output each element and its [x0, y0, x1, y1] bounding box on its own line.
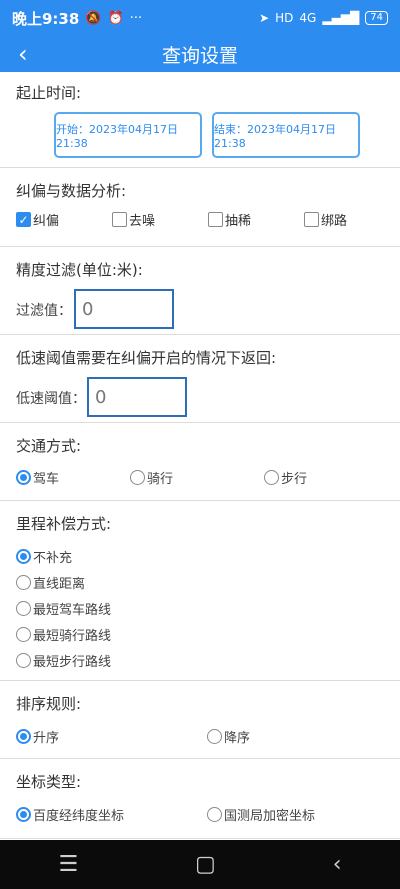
radio-drive[interactable]: 驾车 [16, 468, 59, 487]
more-dots-icon: ··· [129, 10, 143, 26]
home-square-icon[interactable]: ▢ [195, 852, 216, 877]
time-range-title: 起止时间: [16, 84, 82, 102]
status-bar: 晚上9:38 🔕 ⏰ ··· ➤ HD 4G ▂▄▆█ 74 [0, 0, 400, 36]
radio-shortest-ride[interactable]: 最短骑行路线 [16, 625, 111, 644]
radio-walk[interactable]: 步行 [264, 468, 307, 487]
radio-empty-icon [207, 729, 222, 744]
low-speed-section: 低速阈值需要在纠偏开启的情况下返回: 低速阈值： 0 [0, 335, 400, 423]
precision-title: 精度过滤(单位:米): [16, 261, 143, 279]
settings-content: 起止时间: 开始：2023年04月17日 21:38 结束：2023年04月17… [0, 72, 400, 840]
radio-label: 最短骑行路线 [33, 629, 112, 644]
checkbox-denoise[interactable]: 去噪 [112, 210, 155, 229]
checkbox-empty-icon [304, 212, 319, 227]
sort-section: 排序规则: 升序 降序 [0, 681, 400, 759]
back-chevron-icon[interactable]: ‹ [333, 852, 342, 877]
radio-label: 最短步行路线 [33, 655, 112, 670]
mute-bell-icon: 🔕 [85, 10, 102, 26]
radio-empty-icon [130, 470, 145, 485]
checkbox-correction[interactable]: ✓ 纠偏 [16, 210, 59, 229]
start-time-button[interactable]: 开始：2023年04月17日 21:38 [54, 112, 202, 158]
radio-label: 直线距离 [33, 577, 86, 592]
radio-label: 百度经纬度坐标 [33, 809, 125, 824]
precision-label: 过滤值： [16, 303, 72, 319]
checkbox-label: 纠偏 [33, 214, 60, 229]
radio-ascending[interactable]: 升序 [16, 727, 59, 746]
correction-title: 纠偏与数据分析: [16, 182, 127, 200]
radio-label: 步行 [281, 472, 308, 487]
checkbox-empty-icon [208, 212, 223, 227]
checkbox-bind-road[interactable]: 绑路 [304, 210, 347, 229]
status-time: 晚上9:38 [12, 9, 80, 28]
radio-label: 驾车 [33, 472, 60, 487]
radio-no-supplement[interactable]: 不补充 [16, 547, 72, 566]
radio-shortest-walk[interactable]: 最短步行路线 [16, 651, 111, 670]
low-speed-value: 0 [95, 386, 107, 408]
radio-label: 降序 [224, 731, 251, 746]
radio-label: 最短驾车路线 [33, 603, 112, 618]
hd-badge: HD [275, 11, 294, 25]
radio-ride[interactable]: 骑行 [130, 468, 173, 487]
checkbox-label: 绑路 [321, 214, 348, 229]
radio-label: 骑行 [147, 472, 174, 487]
precision-section: 精度过滤(单位:米): 过滤值： 0 [0, 247, 400, 335]
checkbox-thin[interactable]: 抽稀 [208, 210, 251, 229]
radio-empty-icon [264, 470, 279, 485]
low-speed-input[interactable]: 0 [87, 377, 187, 417]
radio-straight-line[interactable]: 直线距离 [16, 573, 85, 592]
alarm-clock-icon: ⏰ [107, 10, 124, 26]
low-speed-title: 低速阈值需要在纠偏开启的情况下返回: [16, 349, 277, 367]
network-type: 4G [299, 11, 317, 25]
transport-title: 交通方式: [16, 437, 82, 455]
correction-options: ✓ 纠偏 去噪 抽稀 绑路 [16, 210, 396, 232]
end-time-label: 结束：2023年04月17日 21:38 [214, 122, 336, 150]
coord-title: 坐标类型: [16, 773, 82, 791]
radio-label: 国测局加密坐标 [224, 809, 316, 824]
radio-empty-icon [16, 601, 31, 616]
radio-empty-icon [207, 807, 222, 822]
mileage-section: 里程补偿方式: 不补充 直线距离 最短驾车路线 最短骑行路线 最短步行路线 [0, 501, 400, 681]
status-right: ➤ HD 4G ▂▄▆█ 74 [259, 11, 388, 25]
checkbox-label: 去噪 [129, 214, 156, 229]
system-nav-bar: ☰ ▢ ‹ [0, 840, 400, 889]
radio-selected-icon [16, 729, 31, 744]
checkbox-checked-icon: ✓ [16, 212, 31, 227]
radio-label: 升序 [33, 731, 60, 746]
precision-value: 0 [82, 298, 94, 320]
radio-baidu-coord[interactable]: 百度经纬度坐标 [16, 805, 124, 824]
radio-descending[interactable]: 降序 [207, 727, 250, 746]
back-arrow-icon[interactable]: ‹ [18, 40, 28, 68]
page-title: 查询设置 [161, 44, 238, 67]
end-time-button[interactable]: 结束：2023年04月17日 21:38 [212, 112, 360, 158]
radio-selected-icon [16, 470, 31, 485]
app-bar: ‹ 查询设置 [0, 36, 400, 72]
start-time-label: 开始：2023年04月17日 21:38 [56, 122, 178, 150]
low-speed-label: 低速阈值： [16, 391, 86, 407]
checkbox-empty-icon [112, 212, 127, 227]
correction-section: 纠偏与数据分析: ✓ 纠偏 去噪 抽稀 绑路 [0, 168, 400, 247]
checkbox-label: 抽稀 [225, 214, 252, 229]
transport-section: 交通方式: 驾车 骑行 步行 [0, 423, 400, 501]
sort-title: 排序规则: [16, 695, 82, 713]
radio-selected-icon [16, 549, 31, 564]
radio-empty-icon [16, 575, 31, 590]
radio-shortest-drive[interactable]: 最短驾车路线 [16, 599, 111, 618]
radio-empty-icon [16, 653, 31, 668]
battery-level: 74 [365, 11, 388, 25]
radio-empty-icon [16, 627, 31, 642]
mileage-title: 里程补偿方式: [16, 515, 112, 533]
precision-input[interactable]: 0 [74, 289, 174, 329]
signal-icon: ▂▄▆█ [322, 11, 360, 25]
radio-gcj-coord[interactable]: 国测局加密坐标 [207, 805, 315, 824]
radio-selected-icon [16, 807, 31, 822]
radio-label: 不补充 [33, 551, 73, 566]
coord-section: 坐标类型: 百度经纬度坐标 国测局加密坐标 [0, 759, 400, 839]
menu-icon[interactable]: ☰ [58, 852, 78, 877]
time-range-section: 起止时间: 开始：2023年04月17日 21:38 结束：2023年04月17… [0, 72, 400, 168]
location-arrow-icon: ➤ [259, 11, 270, 25]
